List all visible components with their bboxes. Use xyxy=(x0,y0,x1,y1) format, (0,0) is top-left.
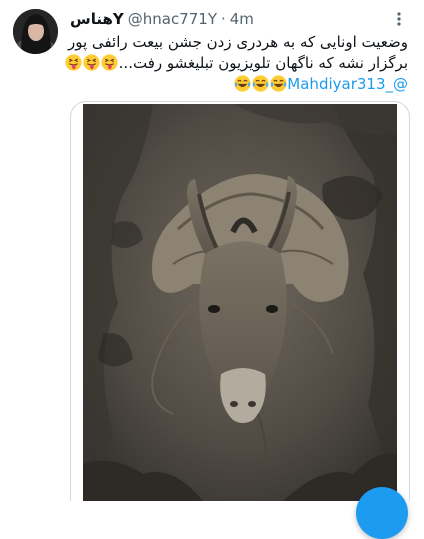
tweet-media[interactable] xyxy=(70,101,410,501)
squinting-tongue-icon xyxy=(65,54,83,72)
display-name[interactable]: هناسY xyxy=(70,10,124,28)
avatar-photo xyxy=(13,9,58,54)
squinting-tongue-icon xyxy=(101,54,119,72)
tears-of-joy-icon xyxy=(251,75,269,93)
mention-link[interactable]: @_Mahdiyar313 xyxy=(287,75,408,93)
timestamp[interactable]: 4m xyxy=(230,10,254,28)
tweet-text-line-3: @_Mahdiyar313 xyxy=(70,74,408,95)
more-options-button[interactable] xyxy=(390,11,408,27)
photo-illustration xyxy=(83,104,397,501)
separator-dot: · xyxy=(220,10,226,28)
squinting-tongue-icon xyxy=(83,54,101,72)
avatar[interactable] xyxy=(13,9,58,54)
tears-of-joy-icon xyxy=(269,75,287,93)
tweet-text-line-2: برگزار نشه که ناگهان تلویزیون تبلیغشو رف… xyxy=(65,53,408,74)
tweet-text: وضعیت اونایی که به هردری زدن جشن بیعت را… xyxy=(65,32,408,95)
tweet-header: هناسY @hnac771Y · 4m xyxy=(70,9,408,29)
user-handle[interactable]: @hnac771Y xyxy=(128,10,217,28)
three-dots-vertical-icon xyxy=(397,12,401,26)
tweet-text-line-1: وضعیت اونایی که به هردری زدن جشن بیعت را… xyxy=(68,33,408,51)
tweet-text-line-2-text: برگزار نشه که ناگهان تلویزیون تبلیغشو رف… xyxy=(118,54,408,72)
compose-fab-button[interactable] xyxy=(356,487,408,539)
donkey-in-mud-photo[interactable] xyxy=(83,104,397,501)
tears-of-joy-icon xyxy=(233,75,251,93)
